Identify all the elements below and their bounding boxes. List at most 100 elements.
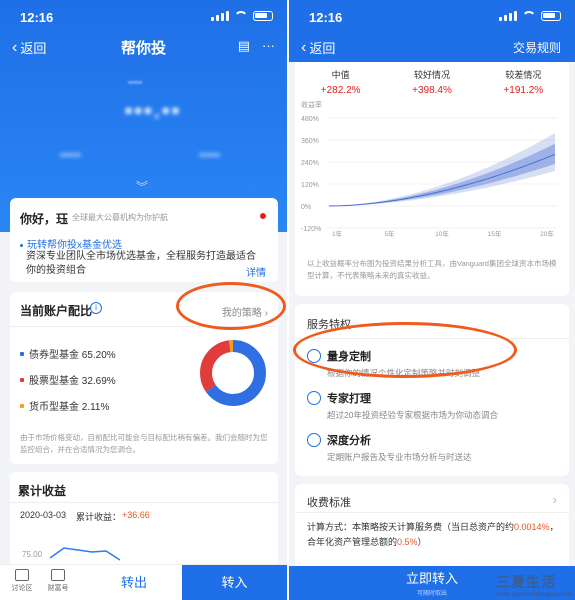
- annotation-circle: [176, 282, 286, 330]
- returns-gain: +36.66: [122, 510, 150, 520]
- legend-swatch: [20, 403, 24, 408]
- right-header: 12:16 ‹ 返回 交易规则: [289, 0, 575, 62]
- signal-icon: [499, 11, 517, 21]
- fee-rate-annual: 0.5%: [397, 537, 418, 547]
- greeting-subtitle: 全球最大公募机构为你护航: [72, 213, 168, 222]
- chart-ylabel: 收益率: [301, 102, 322, 109]
- legend-swatch: [20, 377, 24, 382]
- legend-item: 货币型基金 2.11%: [20, 398, 116, 413]
- returns-line: [50, 547, 120, 561]
- battery-icon: [541, 11, 561, 21]
- expand-chevron-icon[interactable]: ︾: [136, 178, 148, 195]
- blurred-stats: ••••• •••••: [60, 148, 220, 162]
- document-icon[interactable]: ▤: [238, 38, 250, 54]
- welcome-card: 你好，珏 全球最大公募机构为你护航 玩转帮你投x基金优选 资深专业团队全市场优选…: [10, 198, 278, 282]
- legend-label: 货币型基金 2.11%: [29, 402, 110, 413]
- x-tick-label: 20年: [540, 229, 554, 238]
- scenario-value: +282.2%: [320, 85, 361, 96]
- person-icon: [307, 391, 321, 405]
- watermark-url: www.sanxiashenghuo.com: [496, 592, 573, 598]
- returns-title: 累计收益: [18, 484, 67, 498]
- scenario-bad: 较差情况 +191.2%: [503, 68, 543, 96]
- back-label: 返回: [309, 41, 336, 56]
- y-tick-label: 360%: [301, 138, 319, 145]
- buy-button[interactable]: 转入: [182, 565, 287, 600]
- fee-rate-daily: 0.0014%: [514, 522, 550, 532]
- legend-item: 股票型基金 32.69%: [20, 372, 116, 387]
- allocation-legend: 债券型基金 65.20% 股票型基金 32.69% 货币型基金 2.11%: [20, 346, 116, 424]
- y-tick-label: 240%: [301, 160, 319, 167]
- feature-analysis: 深度分析 定期账户报告及专业市场分析与时送达: [307, 432, 472, 463]
- x-tick-label: 5年: [384, 229, 395, 238]
- allocation-note: 由于市场价格变动，目前配比可能会与目标配比稍有偏差。我们会随时为您监控组合，并在…: [20, 433, 268, 454]
- returns-tick: 75.00: [22, 550, 43, 559]
- legend-swatch: [20, 351, 24, 356]
- status-time: 12:16: [309, 10, 343, 25]
- y-tick-label: -120%: [301, 226, 321, 233]
- feature-title: 专家打理: [327, 393, 371, 405]
- x-tick-label: 10年: [435, 229, 449, 238]
- tab-discussion-label: 讨论区: [11, 585, 33, 592]
- status-icons: [211, 11, 273, 21]
- feature-title: 深度分析: [327, 435, 371, 447]
- allocation-title: 当前账户配比: [20, 304, 93, 318]
- scenario-columns: 中值 +282.2% 较好情况 +398.4% 较差情况 +191.2%: [295, 68, 569, 96]
- legend-item: 债券型基金 65.20%: [20, 346, 116, 361]
- tab-discussion[interactable]: 讨论区: [2, 569, 42, 593]
- nav-bar: ‹ 返回 帮你投 ▤ ···: [0, 32, 287, 62]
- tab-wealth[interactable]: 财富号: [38, 569, 78, 593]
- chart-footnote: 以上收益概率分布图为投资结果分析工具，由Vanguard集团全球资本市场模型计算…: [307, 259, 557, 280]
- divider: [295, 512, 569, 513]
- promo-description: 资深专业团队全市场优选基金，全程服务打造最适合你的投资组合: [26, 251, 256, 276]
- trading-rules-link[interactable]: 交易规则: [513, 39, 561, 56]
- greeting: 你好，珏: [20, 212, 69, 226]
- status-icons: [499, 11, 561, 21]
- allocation-donut: [200, 340, 266, 406]
- battery-icon: [253, 11, 273, 21]
- promo-title[interactable]: 玩转帮你投x基金优选: [20, 236, 122, 251]
- scenario-median: 中值 +282.2%: [321, 68, 361, 96]
- status-bar: 12:16: [0, 0, 287, 32]
- returns-label: 累计收益：: [76, 512, 122, 522]
- projection-chart: 480% 360% 240% 120% 0% -120% 1年 5年 10年 15年 20年: [301, 116, 557, 238]
- scenario-name: 较好情况: [413, 70, 450, 80]
- legend-label: 债券型基金 65.20%: [29, 350, 116, 361]
- wifi-icon: [522, 11, 536, 21]
- nav-actions: ▤ ···: [238, 38, 275, 54]
- scenario-value: +191.2%: [503, 85, 544, 96]
- bottom-bar: 讨论区 财富号 转出 转入: [0, 564, 287, 600]
- scenario-value: +398.4%: [412, 85, 452, 96]
- x-tick-label: 1年: [332, 229, 343, 238]
- right-screen: 12:16 ‹ 返回 交易规则 中值 +282.2% 较好情况 +398.4% 较差情…: [289, 0, 575, 600]
- blurred-caption: •••••: [127, 78, 142, 87]
- tab-wealth-label: 财富号: [47, 585, 69, 592]
- fee-calculation: 计算方式：本策略按天计算服务费（当日总资产的约0.0014%，合年化资产管理总额…: [307, 520, 559, 550]
- watermark-logo: 三夏生活 www.sanxiashenghuo.com: [496, 572, 573, 598]
- more-icon[interactable]: ···: [262, 38, 275, 54]
- back-button[interactable]: ‹ 返回: [301, 38, 335, 57]
- legend-label: 股票型基金 32.69%: [29, 376, 116, 387]
- y-tick-label: 0%: [301, 204, 311, 211]
- scenario-good: 较好情况 +398.4%: [412, 68, 452, 96]
- watermark-text: 三夏生活: [496, 574, 557, 590]
- feature-expert: 专家打理 超过20年投资经验专家根据市场为你动态调合: [307, 390, 498, 421]
- x-tick-label: 15年: [488, 229, 502, 238]
- shield-icon: [307, 433, 321, 447]
- left-screen: 12:16 ‹ 返回 帮你投 ▤ ··· ••••• •••.•• ••••• ••…: [0, 0, 287, 600]
- feature-text: 定期账户报告及专业市场分析与时送达: [327, 452, 472, 462]
- chevron-right-icon: ›: [552, 492, 557, 507]
- sell-button[interactable]: 转出: [88, 565, 180, 600]
- wifi-icon: [234, 11, 248, 21]
- status-time: 12:16: [20, 10, 54, 25]
- scenario-name: 中值: [331, 70, 350, 80]
- chevron-left-icon: ‹: [301, 38, 307, 56]
- fee-card[interactable]: 收费标准 › 计算方式：本策略按天计算服务费（当日总资产的约0.0014%，合年…: [295, 484, 569, 574]
- details-link[interactable]: 详情: [246, 264, 266, 279]
- annotation-circle: [293, 322, 517, 378]
- wealth-icon: [51, 569, 65, 581]
- projection-card: 中值 +282.2% 较好情况 +398.4% 较差情况 +191.2% 收益率 48…: [295, 62, 569, 296]
- info-icon[interactable]: i: [90, 302, 102, 314]
- divider: [10, 502, 278, 503]
- returns-card: 累计收益 2020-03-03 累计收益： +36.66 75.00: [10, 472, 278, 572]
- blurred-amount: •••.••: [124, 98, 182, 123]
